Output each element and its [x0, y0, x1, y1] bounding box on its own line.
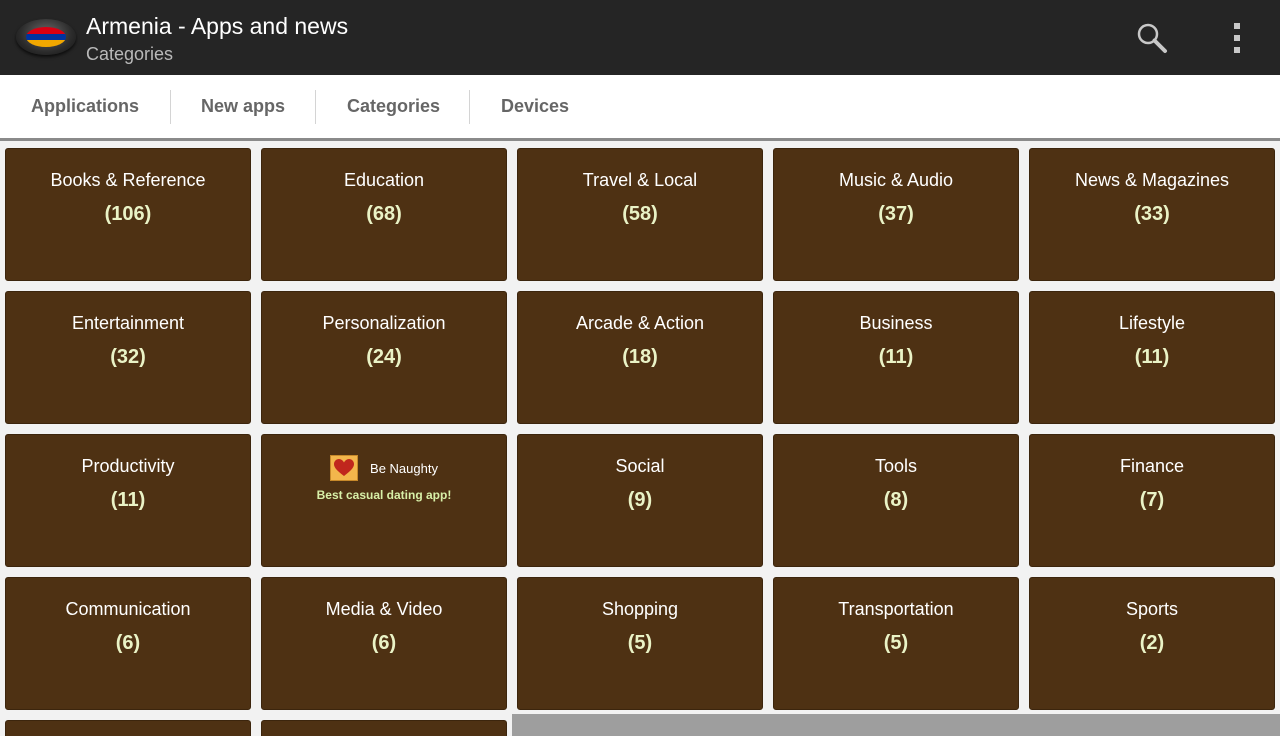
- category-name: Business: [859, 313, 933, 333]
- category-count: (24): [366, 346, 402, 368]
- category-name: Productivity: [81, 456, 175, 476]
- overflow-menu-button[interactable]: [1217, 18, 1257, 58]
- app-subtitle: Categories: [86, 44, 174, 64]
- category-count: (33): [1134, 203, 1170, 225]
- category-count: (6): [371, 632, 397, 654]
- category-name: Entertainment: [71, 313, 185, 333]
- bottom-panel: [512, 714, 1280, 736]
- category-name: Communication: [65, 599, 191, 619]
- category-count: (58): [622, 203, 658, 225]
- category-count: (6): [115, 632, 141, 654]
- category-tile-travel-local[interactable]: Travel & Local (58): [517, 148, 763, 281]
- category-tile-finance[interactable]: Finance (7): [1029, 434, 1275, 567]
- category-name: Education: [343, 170, 425, 190]
- category-tile-sports[interactable]: Sports (2): [1029, 577, 1275, 710]
- category-count: (5): [883, 632, 909, 654]
- category-tile-partial[interactable]: [261, 720, 507, 736]
- category-tile-shopping[interactable]: Shopping (5): [517, 577, 763, 710]
- tab-bar: Applications New apps Categories Devices: [0, 75, 1280, 141]
- category-name: Transportation: [838, 599, 954, 619]
- category-tile-business[interactable]: Business (11): [773, 291, 1019, 424]
- category-tile-social[interactable]: Social (9): [517, 434, 763, 567]
- tab-new-apps[interactable]: New apps: [201, 75, 285, 138]
- category-tile-media-video[interactable]: Media & Video (6): [261, 577, 507, 710]
- category-count: (11): [1134, 346, 1170, 368]
- category-count: (9): [627, 489, 653, 511]
- category-tile-partial[interactable]: [5, 720, 251, 736]
- category-count: (68): [366, 203, 402, 225]
- category-name: Travel & Local: [582, 170, 698, 190]
- overflow-menu-icon: [1234, 23, 1240, 53]
- category-tile-news-magazines[interactable]: News & Magazines (33): [1029, 148, 1275, 281]
- search-button[interactable]: [1132, 18, 1172, 58]
- category-count: (11): [878, 346, 914, 368]
- category-tile-education[interactable]: Education (68): [261, 148, 507, 281]
- category-name: Books & Reference: [50, 170, 206, 190]
- category-tile-books-reference[interactable]: Books & Reference (106): [5, 148, 251, 281]
- category-count: (106): [104, 203, 152, 225]
- ad-name: Be Naughty: [370, 460, 438, 476]
- flag-stripes: [26, 27, 66, 47]
- category-name: Finance: [1119, 456, 1185, 476]
- app-title: Armenia - Apps and news: [86, 13, 349, 39]
- category-name: Music & Audio: [838, 170, 954, 190]
- ad-tile-be-naughty[interactable]: Be Naughty Best casual dating app!: [261, 434, 507, 567]
- heart-icon: [330, 455, 359, 481]
- category-name: News & Magazines: [1074, 170, 1230, 190]
- category-name: Arcade & Action: [575, 313, 705, 333]
- app-root: Armenia - Apps and news Categories Appli…: [0, 0, 1280, 736]
- tab-divider: [469, 90, 470, 124]
- category-name: Media & Video: [325, 599, 443, 619]
- search-icon: [1137, 23, 1167, 53]
- tab-categories[interactable]: Categories: [347, 75, 440, 138]
- category-count: (7): [1139, 489, 1165, 511]
- category-name: Lifestyle: [1118, 313, 1186, 333]
- ad-tagline: Best casual dating app!: [316, 488, 452, 502]
- armenia-flag-icon[interactable]: [16, 19, 76, 55]
- category-count: (32): [110, 346, 146, 368]
- category-name: Personalization: [322, 313, 446, 333]
- title-block: Armenia - Apps and news Categories: [86, 12, 348, 66]
- category-count: (5): [627, 632, 653, 654]
- tab-applications[interactable]: Applications: [31, 75, 139, 138]
- ad-header: Be Naughty: [262, 454, 506, 482]
- category-name: Sports: [1125, 599, 1179, 619]
- category-count: (8): [883, 489, 909, 511]
- tab-devices[interactable]: Devices: [501, 75, 569, 138]
- category-tile-entertainment[interactable]: Entertainment (32): [5, 291, 251, 424]
- category-count: (37): [878, 203, 914, 225]
- category-tile-lifestyle[interactable]: Lifestyle (11): [1029, 291, 1275, 424]
- action-bar: Armenia - Apps and news Categories: [0, 0, 1280, 75]
- category-tile-arcade-action[interactable]: Arcade & Action (18): [517, 291, 763, 424]
- category-tile-transportation[interactable]: Transportation (5): [773, 577, 1019, 710]
- category-tile-productivity[interactable]: Productivity (11): [5, 434, 251, 567]
- category-tile-music-audio[interactable]: Music & Audio (37): [773, 148, 1019, 281]
- category-count: (2): [1139, 632, 1165, 654]
- category-name: Shopping: [601, 599, 679, 619]
- tab-divider: [170, 90, 171, 124]
- tab-divider: [315, 90, 316, 124]
- category-name: Tools: [874, 456, 918, 476]
- category-count: (11): [110, 489, 146, 511]
- category-name: Social: [615, 456, 665, 476]
- category-tile-tools[interactable]: Tools (8): [773, 434, 1019, 567]
- category-tile-personalization[interactable]: Personalization (24): [261, 291, 507, 424]
- category-tile-communication[interactable]: Communication (6): [5, 577, 251, 710]
- category-count: (18): [622, 346, 658, 368]
